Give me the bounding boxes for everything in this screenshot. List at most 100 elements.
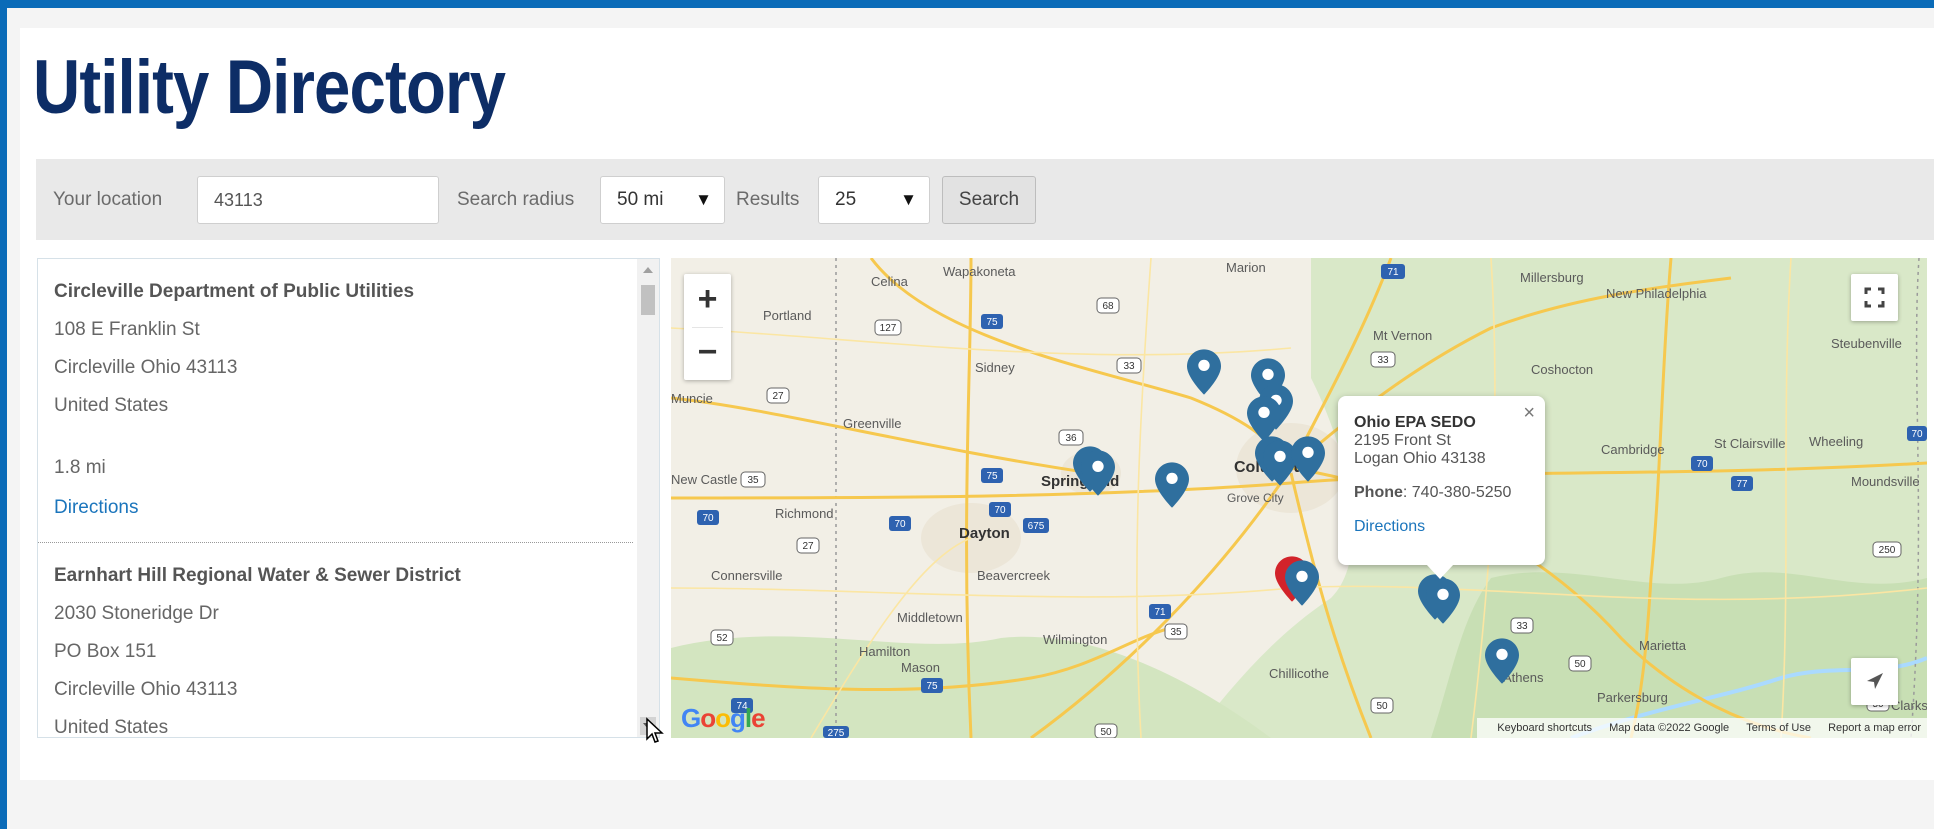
highway-shield: 33 xyxy=(1116,357,1142,374)
svg-text:50: 50 xyxy=(1574,659,1586,670)
svg-text:70: 70 xyxy=(994,505,1006,516)
fullscreen-button[interactable] xyxy=(1851,274,1898,321)
google-logo: Google xyxy=(681,703,766,733)
map-label: Marion xyxy=(1226,260,1266,275)
phone-label: Phone xyxy=(1354,484,1403,501)
result-country: United States xyxy=(54,395,169,416)
directions-link[interactable]: Directions xyxy=(54,497,138,518)
map-label: Richmond xyxy=(775,506,834,521)
phone-value: : 740-380-5250 xyxy=(1402,484,1512,501)
chevron-down-icon: ▼ xyxy=(900,190,917,209)
map-label: New Philadelphia xyxy=(1606,286,1707,301)
results-list[interactable]: Circleville Department of Public Utiliti… xyxy=(37,258,660,738)
map-label: Chillicothe xyxy=(1269,666,1329,681)
svg-text:33: 33 xyxy=(1377,355,1389,366)
highway-shield: 71 xyxy=(1149,604,1171,619)
svg-text:70: 70 xyxy=(1696,459,1708,470)
my-location-button[interactable] xyxy=(1851,658,1898,705)
map-label: Cambridge xyxy=(1601,442,1665,457)
svg-text:75: 75 xyxy=(926,681,938,692)
svg-text:50: 50 xyxy=(1100,727,1112,738)
highway-shield: 50 xyxy=(1094,723,1118,738)
map-label: Wheeling xyxy=(1809,434,1863,449)
highway-shield: 52 xyxy=(710,629,734,646)
divider xyxy=(692,327,723,328)
map[interactable]: Celina Wapakoneta Marion Millersburg New… xyxy=(671,258,1927,738)
result-name: Earnhart Hill Regional Water & Sewer Dis… xyxy=(54,565,461,586)
svg-text:33: 33 xyxy=(1516,621,1528,632)
report-error-link[interactable]: Report a map error xyxy=(1828,722,1921,734)
map-label: Dayton xyxy=(959,525,1010,542)
close-icon[interactable]: × xyxy=(1523,402,1535,425)
list-item: Earnhart Hill Regional Water & Sewer Dis… xyxy=(38,565,633,738)
svg-text:35: 35 xyxy=(1170,627,1182,638)
highway-shield: 70 xyxy=(889,516,911,531)
keyboard-shortcuts-link[interactable]: Keyboard shortcuts xyxy=(1497,722,1592,734)
terms-link[interactable]: Terms of Use xyxy=(1746,722,1811,734)
popup-phone: Phone: 740-380-5250 xyxy=(1354,484,1529,502)
highway-shield: 70 xyxy=(1907,426,1927,441)
highway-shield: 75 xyxy=(981,468,1003,483)
result-name: Circleville Department of Public Utiliti… xyxy=(54,281,415,302)
map-label: Greenville xyxy=(843,416,902,431)
highway-shield: 35 xyxy=(740,471,766,488)
map-label: Portland xyxy=(763,308,811,323)
map-label: Beavercreek xyxy=(977,568,1050,583)
svg-text:33: 33 xyxy=(1123,361,1135,372)
map-label: Coshocton xyxy=(1531,362,1593,377)
highway-shield: 68 xyxy=(1096,297,1120,314)
svg-text:75: 75 xyxy=(986,317,998,328)
page-title: Utility Directory xyxy=(33,45,506,130)
scrollbar-thumb[interactable] xyxy=(641,285,655,315)
search-bar: Your location 43113 Search radius 50 mi … xyxy=(36,159,1934,240)
map-data-text: Map data ©2022 Google xyxy=(1609,722,1730,734)
results-value: 25 xyxy=(835,189,857,210)
highway-shield: 70 xyxy=(989,502,1011,517)
map-marker[interactable] xyxy=(1187,349,1221,395)
map-label: Grove City xyxy=(1227,491,1284,505)
zoom-out-button[interactable]: − xyxy=(684,327,731,380)
highway-shield: 75 xyxy=(921,678,943,693)
location-arrow-icon xyxy=(1867,673,1883,689)
popup-directions-link[interactable]: Directions xyxy=(1354,518,1425,535)
result-address: 2030 Stoneridge Dr xyxy=(54,603,219,624)
location-label: Your location xyxy=(53,189,163,210)
scrollbar[interactable] xyxy=(637,259,659,737)
search-button[interactable]: Search xyxy=(942,176,1036,224)
svg-text:77: 77 xyxy=(1736,479,1748,490)
highway-shield: 27 xyxy=(766,387,790,404)
svg-text:36: 36 xyxy=(1065,433,1077,444)
scroll-up-arrow-icon[interactable] xyxy=(643,267,653,273)
result-country: United States xyxy=(54,717,169,738)
highway-shield: 70 xyxy=(697,510,719,525)
map-label: Mt Vernon xyxy=(1373,328,1432,343)
results-select[interactable]: 25 ▼ xyxy=(818,176,930,224)
svg-text:275: 275 xyxy=(828,728,845,738)
highway-shield: 75 xyxy=(981,314,1003,329)
svg-text:127: 127 xyxy=(880,323,897,334)
map-label: Moundsville xyxy=(1851,474,1920,489)
zoom-in-button[interactable]: + xyxy=(684,274,731,327)
map-label: Celina xyxy=(871,274,909,289)
map-label: Steubenville xyxy=(1831,336,1902,351)
location-input[interactable]: 43113 xyxy=(197,176,439,224)
svg-text:675: 675 xyxy=(1028,521,1045,532)
map-label: Middletown xyxy=(897,610,963,625)
popup-address: 2195 Front St xyxy=(1354,432,1451,449)
map-marker[interactable] xyxy=(1155,462,1189,508)
svg-text:27: 27 xyxy=(802,541,814,552)
highway-us36 xyxy=(671,396,1092,475)
map-label: Parkersburg xyxy=(1597,690,1668,705)
map-label: St Clairsville xyxy=(1714,436,1786,451)
svg-text:70: 70 xyxy=(1911,429,1923,440)
highway-shield: 127 xyxy=(874,319,902,336)
highway-shield: 50 xyxy=(1370,697,1394,714)
map-label: Mason xyxy=(901,660,940,675)
highway-shield: 36 xyxy=(1058,429,1084,446)
radius-select[interactable]: 50 mi ▼ xyxy=(600,176,725,224)
map-canvas[interactable]: Celina Wapakoneta Marion Millersburg New… xyxy=(671,258,1927,738)
results-label: Results xyxy=(736,189,800,210)
map-info-window: × Ohio EPA SEDO 2195 Front St Logan Ohio… xyxy=(1338,396,1545,579)
highway-shield: 275 xyxy=(823,726,849,738)
result-city: Circleville Ohio 43113 xyxy=(54,679,238,700)
